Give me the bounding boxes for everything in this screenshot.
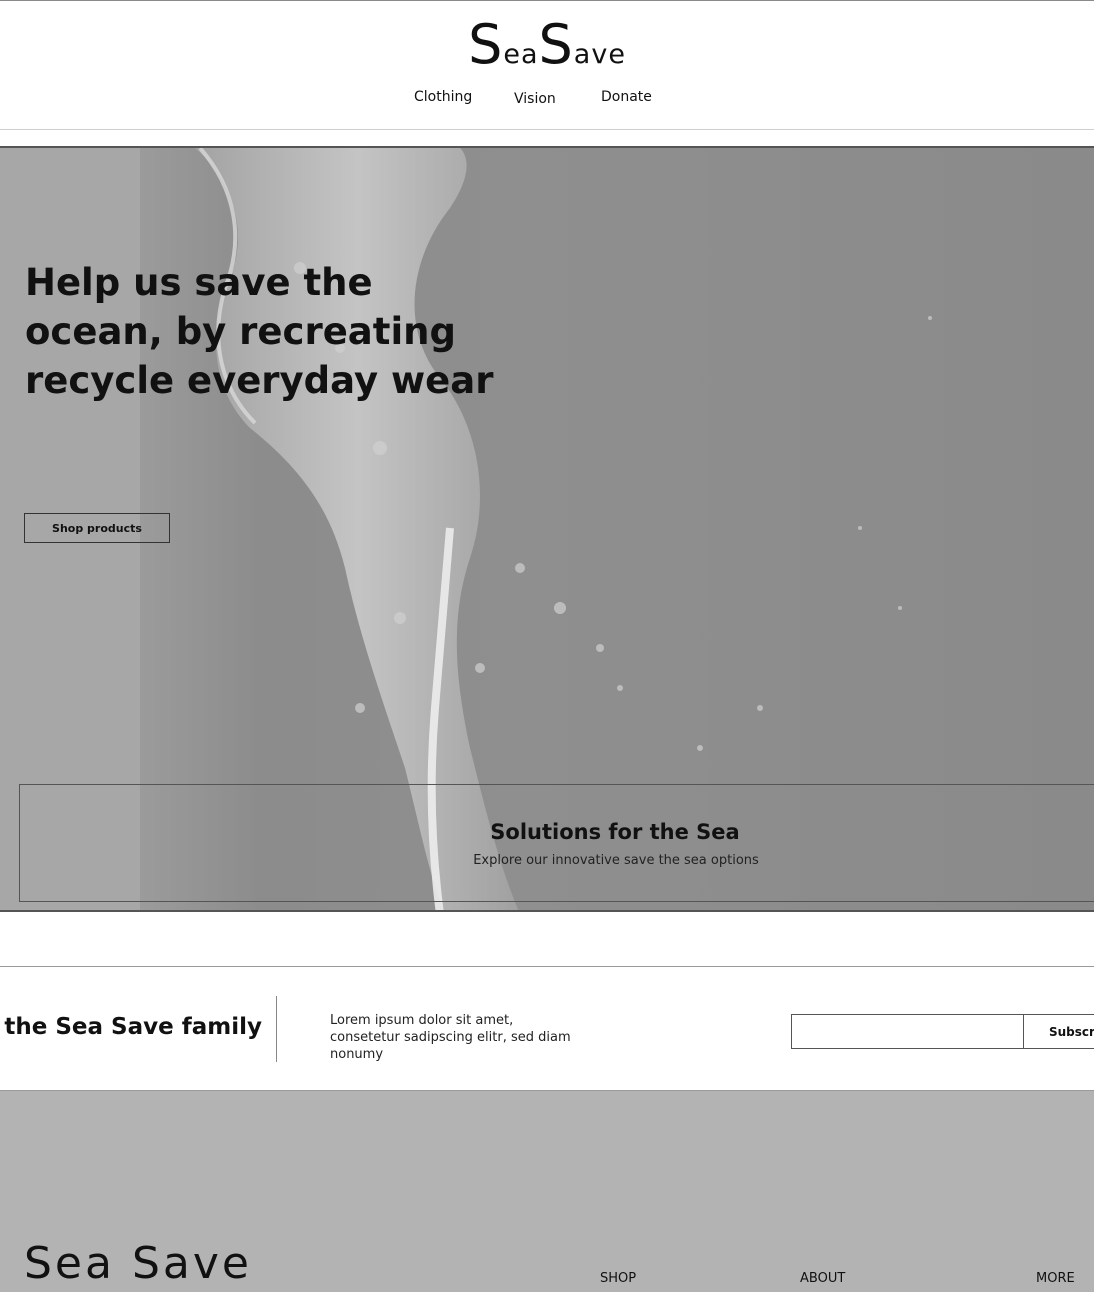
nav-donate[interactable]: Donate (601, 89, 652, 105)
newsletter-heading: Join the Sea Save family (0, 1014, 262, 1040)
logo-letter: S (538, 13, 574, 76)
footer-link-shop[interactable]: SHOP (600, 1271, 636, 1286)
divider (276, 996, 277, 1062)
logo-text: ave (573, 39, 626, 70)
nav-vision[interactable]: Vision (514, 91, 556, 107)
footer-link-about[interactable]: ABOUT (800, 1271, 845, 1286)
solutions-title: Solutions for the Sea (490, 820, 740, 844)
logo-text: ea (503, 39, 539, 70)
shop-products-button[interactable]: Shop products (24, 513, 170, 543)
logo-letter: S (468, 13, 504, 76)
hero-title: Help us save the ocean, by recreating re… (25, 261, 494, 402)
solutions-subtitle: Explore our innovative save the sea opti… (473, 853, 759, 868)
email-field[interactable] (791, 1014, 1025, 1049)
nav-clothing[interactable]: Clothing (414, 89, 472, 105)
site-logo[interactable]: SeaSave (0, 14, 1094, 76)
newsletter-text: Lorem ipsum dolor sit amet, consetetur s… (330, 1013, 571, 1062)
subscribe-button[interactable]: Subscribe (1023, 1014, 1094, 1049)
footer-logo[interactable]: Sea Save (24, 1238, 252, 1289)
footer-link-more[interactable]: MORE (1036, 1271, 1075, 1286)
